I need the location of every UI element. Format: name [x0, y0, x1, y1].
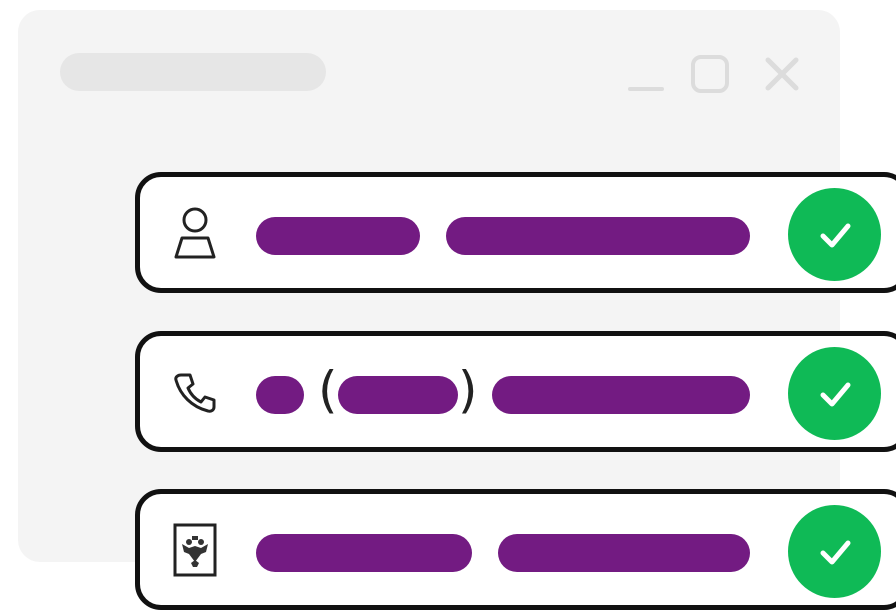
minimize-icon[interactable] — [626, 54, 666, 94]
phone-icon — [170, 364, 220, 420]
country-code-placeholder — [256, 376, 304, 414]
first-name-placeholder — [256, 217, 420, 255]
person-icon — [170, 205, 220, 261]
close-paren: ) — [458, 361, 478, 419]
close-icon[interactable] — [762, 54, 802, 94]
maximize-icon[interactable] — [690, 54, 730, 94]
government-id-card — [135, 489, 896, 610]
document-series-placeholder — [256, 534, 472, 572]
open-paren: ( — [318, 361, 338, 419]
name-field-card — [135, 172, 896, 293]
verified-check-icon — [788, 505, 881, 598]
coat-of-arms-icon — [170, 522, 220, 578]
area-code-placeholder — [338, 376, 458, 414]
verification-illustration: ( ) — [0, 0, 896, 616]
last-name-placeholder — [446, 217, 750, 255]
verified-check-icon — [788, 347, 881, 440]
document-number-placeholder — [498, 534, 750, 572]
verified-check-icon — [788, 188, 881, 281]
phone-field-card: ( ) — [135, 331, 896, 452]
phone-number-placeholder — [492, 376, 750, 414]
window-title-placeholder — [60, 53, 326, 91]
